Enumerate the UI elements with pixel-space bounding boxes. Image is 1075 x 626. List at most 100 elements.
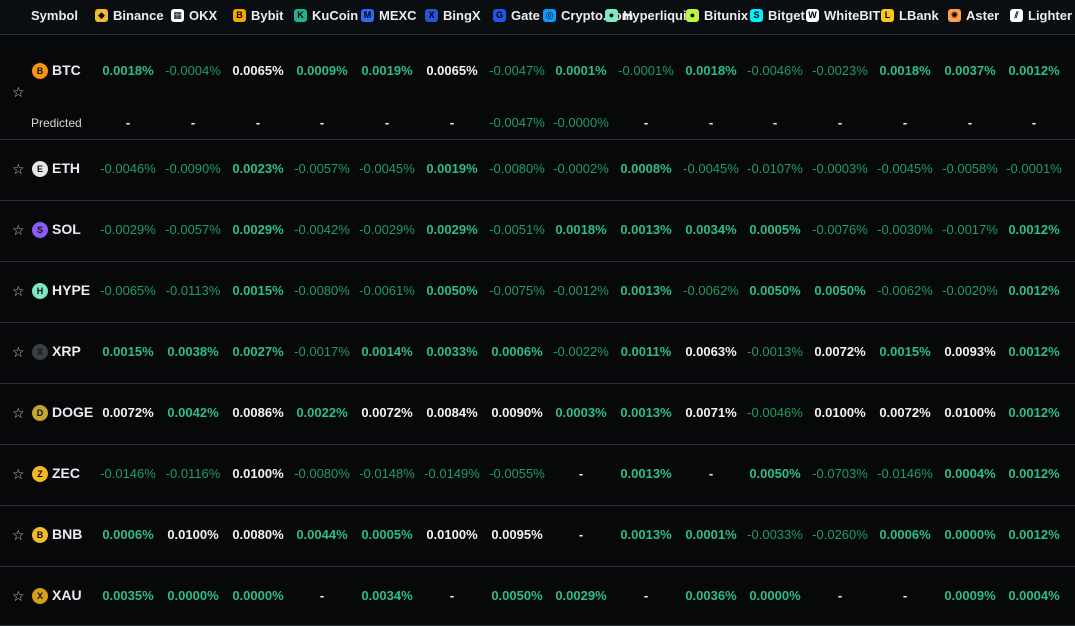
funding-rate-cell[interactable]: -0.0113% (161, 283, 225, 298)
funding-rate-cell[interactable]: 0.0013% (614, 222, 678, 237)
funding-rate-cell[interactable]: -0.0057% (290, 161, 354, 176)
funding-rate-cell[interactable]: 0.0034% (355, 588, 419, 603)
table-row[interactable]: ☆ B BNB 0.0006% 0.0100% 0.0080% 0.0044% 0.0005%… (0, 505, 1075, 567)
funding-rate-cell[interactable]: -0.0090% (161, 161, 225, 176)
funding-rate-cell[interactable]: 0.0019% (355, 63, 419, 78)
funding-rate-cell[interactable]: 0.0042% (161, 405, 225, 420)
funding-rate-cell[interactable]: -0.0703% (808, 466, 872, 481)
funding-rate-cell[interactable]: 0.0071% (679, 405, 743, 420)
funding-rate-cell[interactable]: 0.0095% (485, 527, 549, 542)
exchange-header-okx[interactable]: ▦ OKX (171, 8, 217, 23)
funding-rate-cell[interactable]: 0.0018% (679, 63, 743, 78)
exchange-header-bingx[interactable]: X BingX (425, 8, 481, 23)
funding-rate-cell[interactable]: 0.0084% (420, 405, 484, 420)
funding-rate-cell[interactable]: 0.0014% (355, 344, 419, 359)
funding-rate-cell[interactable]: 0.0015% (873, 344, 937, 359)
funding-rate-cell[interactable]: 0.0029% (226, 222, 290, 237)
exchange-header-bitunix[interactable]: ● Bitunix (686, 8, 748, 23)
favorite-star-icon[interactable]: ☆ (12, 466, 25, 483)
funding-rate-cell[interactable]: -0.0022% (549, 344, 613, 359)
favorite-star-icon[interactable]: ☆ (12, 283, 25, 300)
funding-rate-cell[interactable]: -0.0045% (873, 161, 937, 176)
funding-rate-cell[interactable]: 0.0013% (614, 405, 678, 420)
table-row[interactable]: ☆ B BTC 0.0018% -0.0004% 0.0065% 0.0009% 0.0019… (0, 48, 1075, 140)
funding-rate-cell[interactable]: 0.0019% (420, 161, 484, 176)
funding-rate-cell[interactable]: 0.0015% (226, 283, 290, 298)
funding-rate-cell[interactable]: 0.0012% (1002, 405, 1066, 420)
funding-rate-cell[interactable]: 0.0065% (226, 63, 290, 78)
funding-rate-cell[interactable]: 0.0009% (290, 63, 354, 78)
funding-rate-cell[interactable]: -0.0046% (96, 161, 160, 176)
funding-rate-cell[interactable]: -0.0146% (96, 466, 160, 481)
symbol-label[interactable]: BNB (52, 526, 82, 542)
funding-rate-cell[interactable]: 0.0000% (161, 588, 225, 603)
symbol-label[interactable]: XRP (52, 343, 81, 359)
funding-rate-cell[interactable]: -0.0055% (485, 466, 549, 481)
funding-rate-cell[interactable]: - (873, 588, 937, 603)
funding-rate-cell[interactable]: 0.0012% (1002, 283, 1066, 298)
favorite-star-icon[interactable]: ☆ (12, 161, 25, 178)
funding-rate-cell[interactable]: 0.0037% (938, 63, 1002, 78)
funding-rate-cell[interactable]: -0.0058% (938, 161, 1002, 176)
funding-rate-cell[interactable]: - (679, 466, 743, 481)
funding-rate-cell[interactable]: 0.0018% (549, 222, 613, 237)
funding-rate-cell[interactable]: 0.0100% (938, 405, 1002, 420)
funding-rate-cell[interactable]: - (290, 588, 354, 603)
funding-rate-cell[interactable]: -0.0003% (808, 161, 872, 176)
funding-rate-cell[interactable]: -0.0080% (290, 283, 354, 298)
exchange-header-mexc[interactable]: M MEXC (361, 8, 417, 23)
funding-rate-cell[interactable]: -0.0013% (743, 344, 807, 359)
funding-rate-cell[interactable]: 0.0000% (743, 588, 807, 603)
funding-rate-cell[interactable]: -0.0075% (485, 283, 549, 298)
funding-rate-cell[interactable]: 0.0012% (1002, 344, 1066, 359)
favorite-star-icon[interactable]: ☆ (12, 527, 25, 544)
funding-rate-cell[interactable]: 0.0018% (873, 63, 937, 78)
funding-rate-cell[interactable]: -0.0047% (485, 63, 549, 78)
funding-rate-cell[interactable]: 0.0013% (614, 527, 678, 542)
funding-rate-cell[interactable]: 0.0050% (743, 283, 807, 298)
funding-rate-cell[interactable]: - (808, 588, 872, 603)
favorite-star-icon[interactable]: ☆ (12, 222, 25, 239)
funding-rate-cell[interactable]: -0.0046% (743, 63, 807, 78)
table-row[interactable]: ☆ S SOL -0.0029% -0.0057% 0.0029% -0.0042% -0.0… (0, 200, 1075, 262)
symbol-label[interactable]: XAU (52, 587, 82, 603)
funding-rate-cell[interactable]: 0.0050% (485, 588, 549, 603)
funding-rate-cell[interactable]: 0.0100% (420, 527, 484, 542)
funding-rate-cell[interactable]: 0.0004% (938, 466, 1002, 481)
funding-rate-cell[interactable]: -0.0046% (743, 405, 807, 420)
funding-rate-cell[interactable]: -0.0076% (808, 222, 872, 237)
funding-rate-cell[interactable]: -0.0029% (96, 222, 160, 237)
funding-rate-cell[interactable]: -0.0004% (161, 63, 225, 78)
funding-rate-cell[interactable]: 0.0022% (290, 405, 354, 420)
funding-rate-cell[interactable]: -0.0051% (485, 222, 549, 237)
funding-rate-cell[interactable]: 0.0035% (96, 588, 160, 603)
exchange-header-aster[interactable]: ✺ Aster (948, 8, 999, 23)
funding-rate-cell[interactable]: -0.0001% (1002, 161, 1066, 176)
exchange-header-bybit[interactable]: B Bybit (233, 8, 284, 23)
funding-rate-cell[interactable]: -0.0065% (96, 283, 160, 298)
exchange-header-lbank[interactable]: L LBank (881, 8, 939, 23)
table-row[interactable]: ☆ D DOGE 0.0072% 0.0042% 0.0086% 0.0022% 0.0072… (0, 383, 1075, 445)
funding-rate-cell[interactable]: 0.0011% (614, 344, 678, 359)
funding-rate-cell[interactable]: -0.0023% (808, 63, 872, 78)
symbol-column-header[interactable]: Symbol (31, 8, 78, 23)
funding-rate-cell[interactable]: -0.0061% (355, 283, 419, 298)
funding-rate-cell[interactable]: 0.0072% (808, 344, 872, 359)
funding-rate-cell[interactable]: -0.0146% (873, 466, 937, 481)
funding-rate-cell[interactable]: 0.0005% (743, 222, 807, 237)
symbol-label[interactable]: BTC (52, 62, 81, 78)
exchange-header-lighter[interactable]: ⫽ Lighter (1010, 8, 1072, 23)
funding-rate-cell[interactable]: -0.0045% (679, 161, 743, 176)
funding-rate-cell[interactable]: 0.0100% (226, 466, 290, 481)
funding-rate-cell[interactable]: 0.0000% (226, 588, 290, 603)
funding-rate-cell[interactable]: - (614, 588, 678, 603)
funding-rate-cell[interactable]: -0.0017% (938, 222, 1002, 237)
exchange-header-hyperliqui[interactable]: ● Hyperliqui (605, 8, 687, 23)
funding-rate-cell[interactable]: 0.0009% (938, 588, 1002, 603)
table-row[interactable]: ☆ Z ZEC -0.0146% -0.0116% 0.0100% -0.0080% -0.0… (0, 444, 1075, 506)
funding-rate-cell[interactable]: 0.0093% (938, 344, 1002, 359)
funding-rate-cell[interactable]: 0.0006% (96, 527, 160, 542)
funding-rate-cell[interactable]: -0.0080% (485, 161, 549, 176)
funding-rate-cell[interactable]: 0.0050% (743, 466, 807, 481)
exchange-header-binance[interactable]: ◆ Binance (95, 8, 164, 23)
